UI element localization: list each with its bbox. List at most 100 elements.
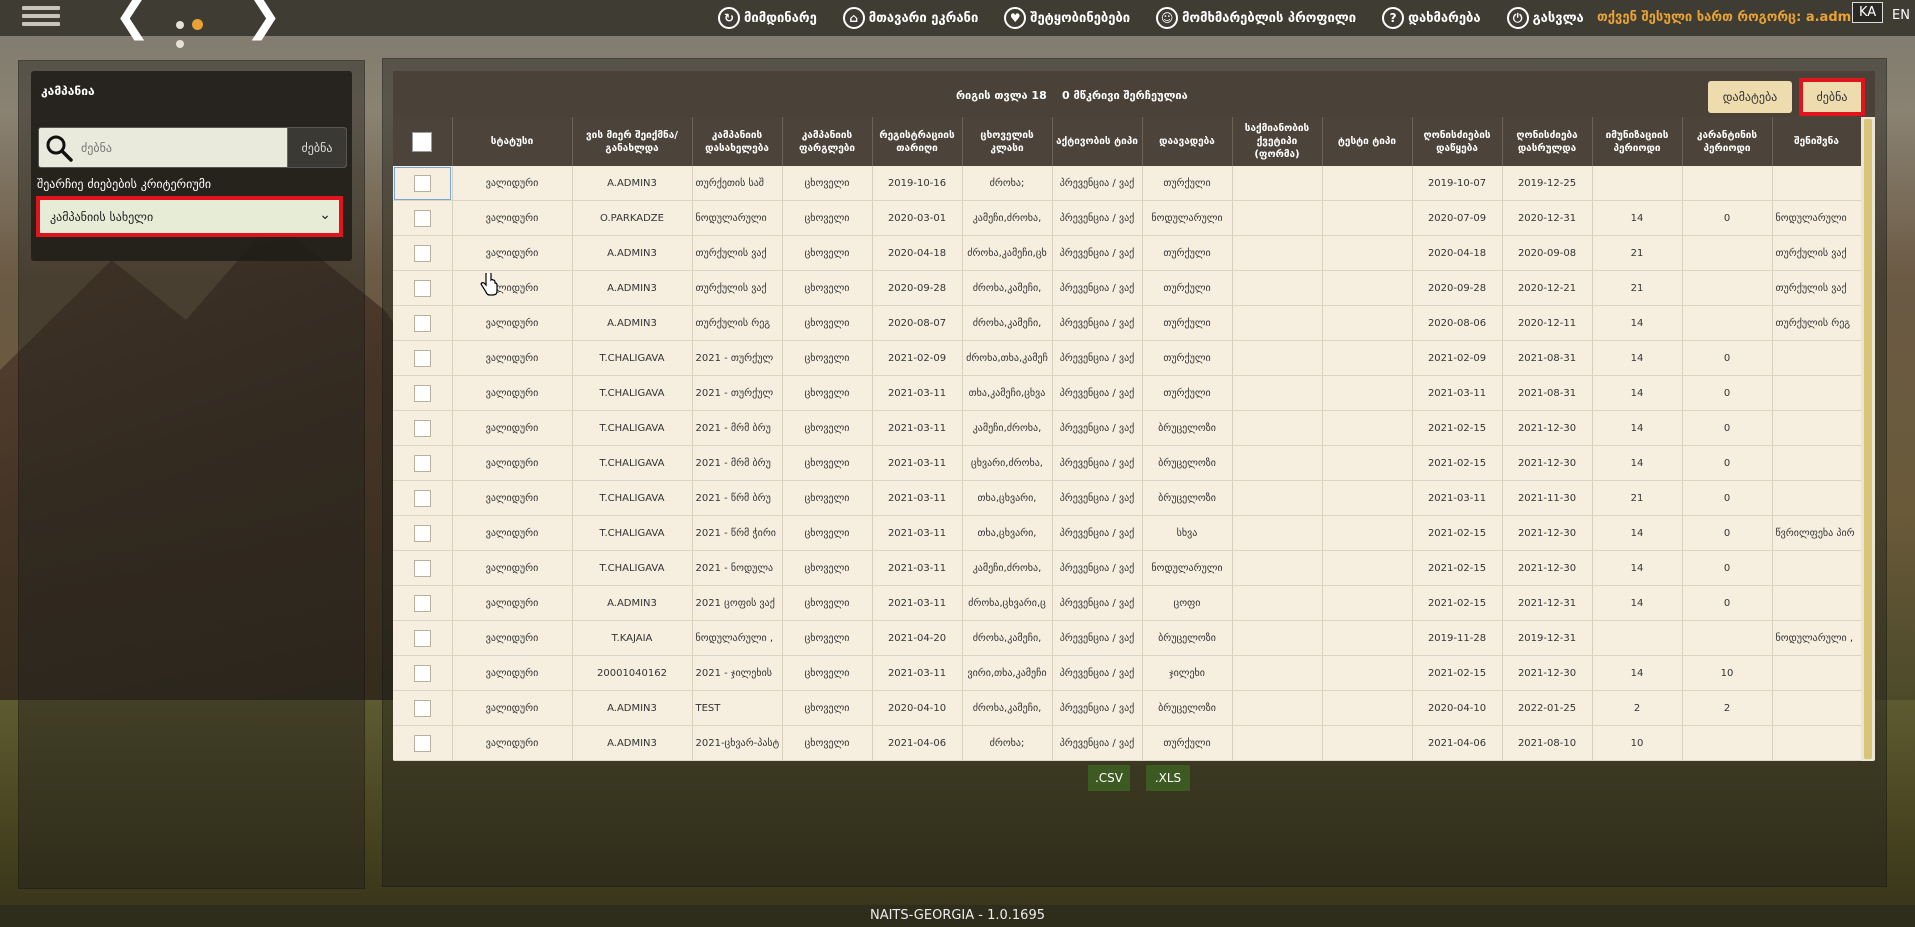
row-checkbox[interactable] bbox=[413, 314, 431, 332]
row-checkbox[interactable] bbox=[413, 349, 431, 367]
column-header[interactable]: ვის მიერ შეიქმნა/ განახლდა bbox=[572, 117, 693, 166]
row-select-cell[interactable] bbox=[393, 305, 453, 341]
scroll-thumb[interactable] bbox=[1864, 119, 1872, 759]
table-row[interactable]: ვალიდური A.ADMIN3 2021-ცხვარ-პასტ ცხოველი 20… bbox=[393, 725, 1862, 761]
history-dots[interactable] bbox=[172, 14, 220, 48]
bell-icon: ♥ bbox=[1004, 7, 1027, 29]
row-select-cell[interactable] bbox=[393, 480, 453, 516]
table-row[interactable]: ვალიდური T.CHALIGAVA 2021 - წრმ ბრუ ცხოველი… bbox=[393, 480, 1862, 516]
add-button[interactable]: დამატება bbox=[1708, 81, 1792, 113]
row-checkbox[interactable] bbox=[413, 734, 431, 752]
table-row[interactable]: ვალიდური T.KAJAIA ნოდულარული , ცხოველი 2021-… bbox=[393, 620, 1862, 656]
table-row[interactable]: ვალიდური A.ADMIN3 თურქულის ვაქ ცხოველი 2020-… bbox=[393, 235, 1862, 271]
column-header[interactable]: საქმიანობის ქვეტიპი (ფორმა) bbox=[1232, 117, 1323, 166]
row-select-cell[interactable] bbox=[393, 655, 453, 691]
nav-notifications[interactable]: ♥ შეტყობინებები bbox=[1004, 7, 1130, 29]
table-row[interactable]: ვალიდური A.ADMIN3 TEST ცხოველი 2020-04-10 ძრო… bbox=[393, 690, 1862, 726]
search-input[interactable] bbox=[79, 128, 283, 167]
table-cell: თურქული bbox=[1142, 235, 1233, 271]
lang-en-button[interactable]: EN bbox=[1892, 8, 1910, 23]
column-header[interactable]: შენიშვნა bbox=[1772, 117, 1862, 166]
select-all-checkbox[interactable] bbox=[412, 131, 433, 152]
lang-ka-button[interactable]: KA bbox=[1852, 2, 1884, 23]
row-checkbox[interactable] bbox=[413, 559, 431, 577]
nav-current[interactable]: ↻ მიმდინარე bbox=[718, 7, 817, 29]
table-cell bbox=[1682, 725, 1773, 761]
row-select-cell[interactable] bbox=[393, 166, 453, 201]
table-row[interactable]: ვალიდური T.CHALIGAVA 2021 - თურქულ ცხოველი 2… bbox=[393, 375, 1862, 411]
select-all-header[interactable] bbox=[393, 117, 453, 166]
export-xls-button[interactable]: .XLS bbox=[1146, 765, 1190, 791]
table-row[interactable]: ვალიდური A.ADMIN3 თურქულის ვაქ ცხოველი 2020-… bbox=[393, 270, 1862, 306]
table-row[interactable]: ვალიდური A.ADMIN3 2021 ცოფის ვაქ ცხოველი 202… bbox=[393, 585, 1862, 621]
column-header[interactable]: კარანტინის პერიოდი bbox=[1682, 117, 1773, 166]
table-cell: ბრუცელოზი bbox=[1142, 620, 1233, 656]
criteria-select[interactable]: კამპანიის სახელი ⌄ bbox=[36, 196, 343, 237]
table-row[interactable]: ვალიდური 20001040162 2021 - ჯილეხის ცხოველი… bbox=[393, 655, 1862, 691]
column-header[interactable]: ტესტი ტიპი bbox=[1322, 117, 1413, 166]
table-cell: A.ADMIN3 bbox=[572, 585, 693, 621]
nav-logout[interactable]: ⏻ გასვლა bbox=[1506, 7, 1584, 29]
row-select-cell[interactable] bbox=[393, 620, 453, 656]
row-checkbox[interactable] bbox=[413, 384, 431, 402]
vertical-scrollbar[interactable] bbox=[1861, 117, 1875, 761]
row-select-cell[interactable] bbox=[393, 375, 453, 411]
search-button[interactable]: ძებნა bbox=[287, 128, 346, 167]
column-header[interactable]: იმუნიზაციის პერიოდი bbox=[1592, 117, 1683, 166]
grid-search-button[interactable]: ძებნა bbox=[1799, 78, 1865, 116]
table-row[interactable]: ვალიდური T.CHALIGAVA 2021 - მრმ ბრუ ცხოველი… bbox=[393, 445, 1862, 481]
row-select-cell[interactable] bbox=[393, 515, 453, 551]
row-checkbox[interactable] bbox=[413, 279, 431, 297]
table-cell bbox=[1322, 235, 1413, 271]
hamburger-menu-icon[interactable] bbox=[22, 2, 60, 32]
row-checkbox[interactable] bbox=[413, 489, 431, 507]
row-checkbox[interactable] bbox=[413, 524, 431, 542]
nav-home[interactable]: ⌂ მთავარი ეკრანი bbox=[842, 7, 978, 29]
row-checkbox[interactable] bbox=[413, 664, 431, 682]
table-row[interactable]: ვალიდური O.PARKADZE ნოდულარული ცხოველი 2020-… bbox=[393, 200, 1862, 236]
table-cell: 2020-09-08 bbox=[1502, 235, 1593, 271]
row-checkbox[interactable] bbox=[413, 209, 431, 227]
row-checkbox[interactable] bbox=[413, 174, 431, 192]
row-select-cell[interactable] bbox=[393, 690, 453, 726]
row-checkbox[interactable] bbox=[413, 699, 431, 717]
row-select-cell[interactable] bbox=[393, 725, 453, 761]
column-header[interactable]: სტატუსი bbox=[452, 117, 573, 166]
column-header[interactable]: დაავადება bbox=[1142, 117, 1233, 166]
export-csv-button[interactable]: .CSV bbox=[1088, 765, 1130, 791]
row-checkbox[interactable] bbox=[413, 594, 431, 612]
row-checkbox[interactable] bbox=[413, 454, 431, 472]
table-row[interactable]: ვალიდური A.ADMIN3 თურქულის რეგ ცხოველი 2020-… bbox=[393, 305, 1862, 341]
table-cell: T.CHALIGAVA bbox=[572, 445, 693, 481]
row-select-cell[interactable] bbox=[393, 410, 453, 446]
row-select-cell[interactable] bbox=[393, 340, 453, 376]
row-select-cell[interactable] bbox=[393, 270, 453, 306]
table-row[interactable]: ვალიდური T.CHALIGAVA 2021 - მრმ ბრუ ცხოველი… bbox=[393, 410, 1862, 446]
row-select-cell[interactable] bbox=[393, 585, 453, 621]
table-row[interactable]: ვალიდური T.CHALIGAVA 2021 - წრმ ჭირი ცხოველ… bbox=[393, 515, 1862, 551]
back-arrow-icon[interactable]: ❮ bbox=[114, 0, 151, 38]
row-checkbox[interactable] bbox=[413, 629, 431, 647]
column-header[interactable]: რეგისტრაციის თარიღი bbox=[872, 117, 963, 166]
column-header[interactable]: კამპანიის დასახელება bbox=[692, 117, 783, 166]
row-select-cell[interactable] bbox=[393, 235, 453, 271]
table-cell bbox=[1232, 550, 1323, 586]
column-header[interactable]: კამპანიის ფარგლები bbox=[782, 117, 873, 166]
table-row[interactable]: ვალიდური A.ADMIN3 თურქეთის საშ ცხოველი 2019-… bbox=[393, 166, 1862, 201]
nav-user-profile[interactable]: ☺ მომხმარებლის პროფილი bbox=[1156, 7, 1356, 29]
nav-help[interactable]: ? დახმარება bbox=[1382, 7, 1481, 29]
column-header[interactable]: ღონისძიების დაწყება bbox=[1412, 117, 1503, 166]
column-header[interactable]: ცხოველის კლასი bbox=[962, 117, 1053, 166]
row-checkbox[interactable] bbox=[413, 244, 431, 262]
table-row[interactable]: ვალიდური T.CHALIGAVA 2021 - ნოდულა ცხოველი 2… bbox=[393, 550, 1862, 586]
forward-arrow-icon[interactable]: ❯ bbox=[245, 0, 282, 38]
table-cell: ვალიდური bbox=[452, 585, 573, 621]
row-select-cell[interactable] bbox=[393, 550, 453, 586]
table-row[interactable]: ვალიდური T.CHALIGAVA 2021 - თურქულ ცხოველი 2… bbox=[393, 340, 1862, 376]
table-cell: ცხვარი,ძროხა, bbox=[962, 445, 1053, 481]
column-header[interactable]: ღონისძიება დასრულდა bbox=[1502, 117, 1593, 166]
row-select-cell[interactable] bbox=[393, 200, 453, 236]
row-checkbox[interactable] bbox=[413, 419, 431, 437]
column-header[interactable]: აქტივობის ტიპი bbox=[1052, 117, 1143, 166]
row-select-cell[interactable] bbox=[393, 445, 453, 481]
